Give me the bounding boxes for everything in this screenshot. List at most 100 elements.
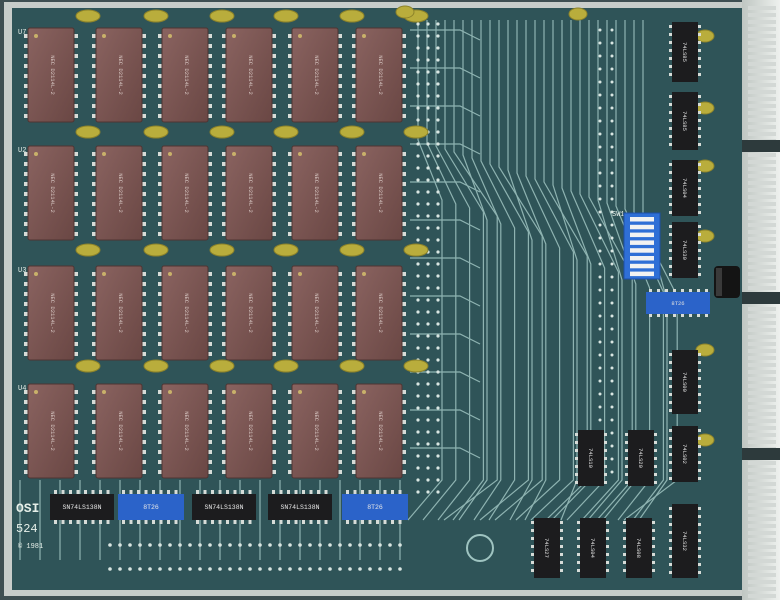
chip-pin	[92, 450, 96, 454]
chip-pin	[174, 520, 178, 524]
ram-chip: NEC D2114L-2	[158, 27, 212, 123]
chip-pin	[74, 152, 78, 156]
chip-pin	[698, 547, 701, 550]
brand-label: OSI	[16, 501, 39, 516]
chip-pin	[669, 515, 672, 518]
chip-pin	[76, 490, 80, 494]
solder-pad	[610, 314, 614, 318]
solder-pad	[328, 567, 332, 571]
chip-pin	[288, 222, 292, 226]
solder-pad	[128, 543, 132, 547]
chip-pin	[196, 520, 199, 524]
chip-pin	[208, 272, 212, 276]
edge-finger	[748, 237, 776, 241]
solder-pad	[436, 46, 440, 50]
chip-pin	[317, 520, 320, 524]
solder-pad	[610, 431, 614, 435]
solder-pad	[610, 93, 614, 97]
solder-pad	[288, 567, 292, 571]
chip-pin	[288, 292, 292, 296]
solder-pad	[416, 94, 420, 98]
chip-pin	[577, 553, 580, 556]
pin1-marker	[298, 34, 302, 38]
chip-pin	[222, 182, 226, 186]
chip-pin	[338, 410, 342, 414]
chip-pin	[604, 449, 607, 452]
chip-pin	[402, 322, 406, 326]
logic-chip: 74LS30	[669, 222, 701, 278]
chip-pin	[144, 520, 148, 524]
chip-pin	[24, 332, 28, 336]
chip-pin	[352, 302, 356, 306]
chip-pin	[338, 450, 342, 454]
solder-pad	[426, 46, 430, 50]
chip-pin	[222, 302, 226, 306]
solder-pad	[426, 70, 430, 74]
chip-pin	[158, 410, 162, 414]
solder-pad	[416, 454, 420, 458]
ram-chip-marking: NEC D2114L-2	[377, 293, 384, 333]
ram-chip: NEC D2114L-2	[24, 145, 78, 241]
pin1-marker	[232, 34, 236, 38]
solder-pad	[426, 454, 430, 458]
chip-pin	[222, 430, 226, 434]
chip-pin	[203, 520, 207, 524]
solder-pad	[598, 67, 602, 71]
chip-pin	[338, 322, 342, 326]
pin1-marker	[362, 390, 366, 394]
chip-pin	[142, 64, 146, 68]
edge-finger	[748, 251, 776, 255]
pin1-marker	[102, 390, 106, 394]
chip-pin	[129, 520, 133, 524]
chip-pin	[24, 460, 28, 464]
chip-marking: 74LS30	[681, 240, 688, 260]
chip-pin	[74, 64, 78, 68]
edge-finger	[748, 545, 776, 549]
chip-pin	[698, 469, 701, 472]
chip-pin	[669, 57, 672, 60]
chip-pin	[669, 539, 672, 542]
chip-pin	[222, 332, 226, 336]
solder-pad	[426, 34, 430, 38]
edge-finger	[748, 314, 776, 318]
ceramic-capacitor	[75, 9, 101, 23]
ram-chip-marking: NEC D2114L-2	[49, 411, 56, 451]
chip-pin	[288, 470, 292, 474]
chip-pin	[92, 342, 96, 346]
chip-pin	[669, 461, 672, 464]
chip-pin	[698, 233, 701, 236]
solder-pad	[308, 567, 312, 571]
chip-pin	[222, 352, 226, 356]
chip-pin	[352, 292, 356, 296]
chip-pin	[222, 54, 226, 58]
chip-pin	[698, 445, 701, 448]
solder-pad	[436, 382, 440, 386]
chip-pin	[24, 312, 28, 316]
ram-chip: NEC D2114L-2	[158, 383, 212, 479]
chip-pin	[698, 203, 701, 206]
chip-pin	[649, 289, 652, 292]
solder-pad	[178, 567, 182, 571]
chip-pin	[158, 44, 162, 48]
chip-pin	[222, 410, 226, 414]
chip-pin	[208, 74, 212, 78]
chip-pin	[158, 440, 162, 444]
solder-pad	[436, 214, 440, 218]
chip-pin	[560, 537, 563, 540]
chip-marking: 74LS85	[681, 111, 688, 131]
chip-pin	[673, 289, 676, 292]
chip-pin	[383, 520, 387, 524]
chip-pin	[698, 571, 701, 574]
chip-pin	[288, 84, 292, 88]
chip-pin	[272, 84, 276, 88]
chip-pin	[560, 569, 563, 572]
ram-chip-marking: NEC D2114L-2	[117, 55, 124, 95]
chip-pin	[158, 202, 162, 206]
solder-pad	[610, 327, 614, 331]
chip-pin	[560, 553, 563, 556]
chip-pin	[383, 490, 387, 494]
solder-pad	[426, 430, 430, 434]
edge-finger	[748, 272, 776, 276]
chip-pin	[606, 569, 609, 572]
chip-pin	[606, 529, 609, 532]
